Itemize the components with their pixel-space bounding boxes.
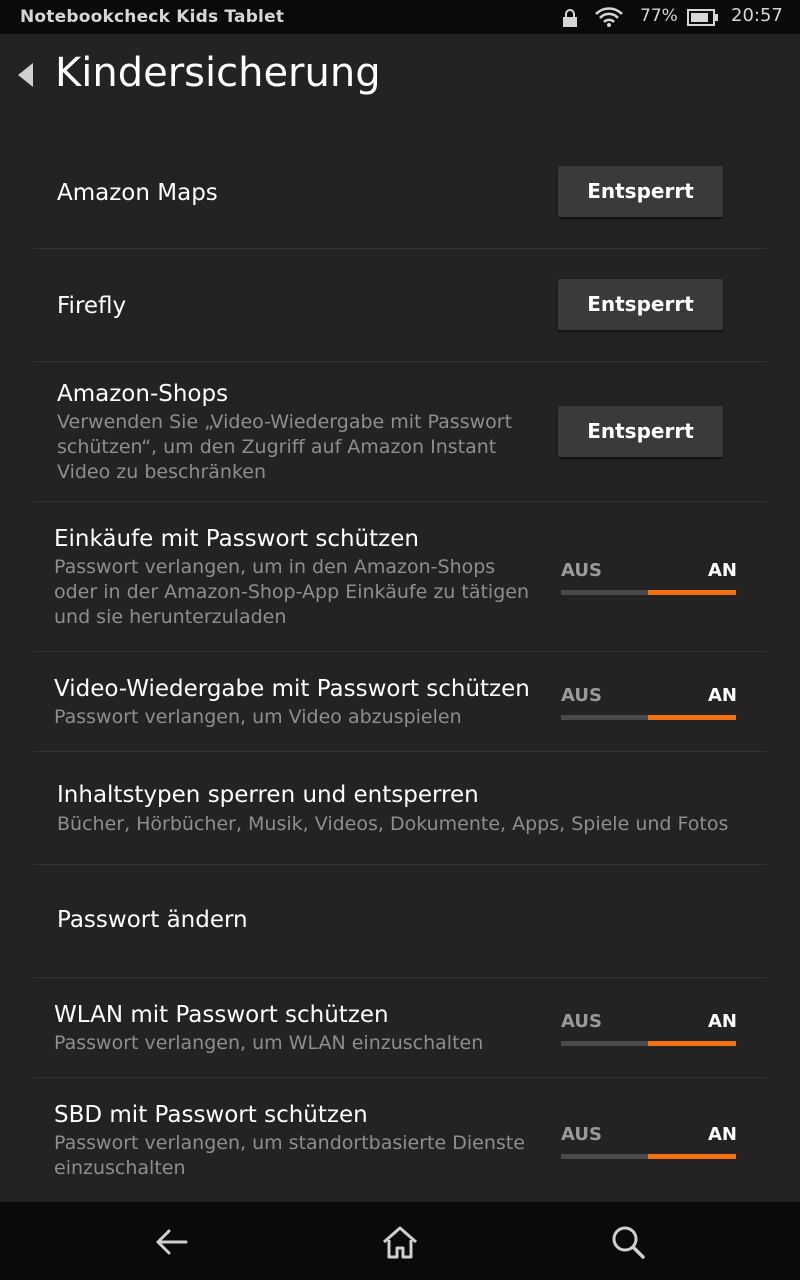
setting-label: Einkäufe mit Passwort schützen <box>54 526 419 552</box>
toggle-purchases-password[interactable]: AUS AN <box>561 560 737 596</box>
setting-row-purchases-password: Einkäufe mit Passwort schützen Passwort … <box>34 502 766 652</box>
setting-row-sbd-password: SBD mit Passwort schützen Passwort verla… <box>34 1078 766 1201</box>
unlock-button-amazon-maps[interactable]: Entsperrt <box>558 166 723 217</box>
navigation-bar <box>0 1202 800 1280</box>
toggle-fill <box>648 1041 736 1046</box>
unlock-button-amazon-shops[interactable]: Entsperrt <box>558 406 723 457</box>
setting-description: Passwort verlangen, um in den Amazon-Sho… <box>54 556 529 628</box>
setting-label: Amazon-Shops <box>57 381 229 407</box>
setting-row-amazon-shops: Amazon-Shops Verwenden Sie „Video-Wieder… <box>34 362 766 502</box>
status-bar: Notebookcheck Kids Tablet 77% 20:57 <box>0 0 800 34</box>
setting-row-amazon-maps: Amazon Maps Entsperrt <box>34 136 766 249</box>
setting-label: WLAN mit Passwort schützen <box>54 1002 389 1028</box>
search-icon[interactable] <box>608 1224 648 1260</box>
setting-description: Bücher, Hörbücher, Musik, Videos, Dokume… <box>57 813 729 835</box>
setting-row-firefly: Firefly Entsperrt <box>34 249 766 362</box>
setting-row-change-password[interactable]: Passwort ändern <box>34 865 766 978</box>
setting-label: SBD mit Passwort schützen <box>54 1102 368 1128</box>
setting-label: Video-Wiedergabe mit Passwort schützen <box>54 676 530 702</box>
setting-row-video-password: Video-Wiedergabe mit Passwort schützen P… <box>34 652 766 752</box>
setting-label: Amazon Maps <box>57 180 218 206</box>
setting-row-wlan-password: WLAN mit Passwort schützen Passwort verl… <box>34 978 766 1078</box>
toggle-off-label: AUS <box>561 560 602 581</box>
lock-icon <box>562 8 578 32</box>
toggle-on-label: AN <box>708 1011 737 1032</box>
setting-description: Passwort verlangen, um standortbasierte … <box>54 1132 525 1179</box>
page-title: Kindersicherung <box>55 50 381 96</box>
setting-label: Firefly <box>57 293 127 319</box>
setting-label: Passwort ändern <box>57 907 248 933</box>
home-icon[interactable] <box>380 1224 420 1260</box>
wifi-icon <box>594 7 624 31</box>
toggle-wlan-password[interactable]: AUS AN <box>561 1011 737 1047</box>
setting-label: Inhaltstypen sperren und entsperren <box>57 782 479 808</box>
toggle-fill <box>648 715 736 720</box>
device-name: Notebookcheck Kids Tablet <box>20 7 285 27</box>
toggle-fill <box>648 590 736 595</box>
toggle-off-label: AUS <box>561 1011 602 1032</box>
toggle-on-label: AN <box>708 685 737 706</box>
unlock-button-firefly[interactable]: Entsperrt <box>558 279 723 330</box>
setting-row-content-types[interactable]: Inhaltstypen sperren und entsperren Büch… <box>34 752 766 865</box>
battery-icon <box>687 9 719 30</box>
clock: 20:57 <box>731 5 783 26</box>
toggle-on-label: AN <box>708 560 737 581</box>
toggle-sbd-password[interactable]: AUS AN <box>561 1124 737 1160</box>
battery-percentage: 77% <box>640 6 678 26</box>
back-arrow-icon[interactable] <box>152 1224 192 1260</box>
toggle-video-password[interactable]: AUS AN <box>561 685 737 721</box>
toggle-off-label: AUS <box>561 1124 602 1145</box>
toggle-on-label: AN <box>708 1124 737 1145</box>
setting-description: Passwort verlangen, um Video abzuspielen <box>54 706 462 728</box>
setting-description: Verwenden Sie „Video-Wiedergabe mit Pass… <box>57 411 513 483</box>
back-caret-icon[interactable] <box>18 63 33 87</box>
toggle-fill <box>648 1154 736 1159</box>
setting-description: Passwort verlangen, um WLAN einzuschalte… <box>54 1032 484 1054</box>
toggle-off-label: AUS <box>561 685 602 706</box>
